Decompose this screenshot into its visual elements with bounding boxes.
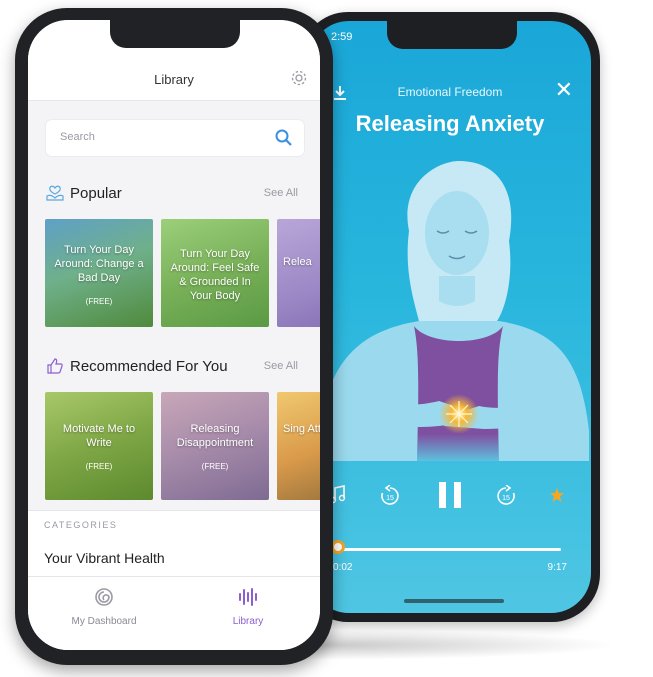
phone-notch: [387, 21, 517, 49]
categories-label: CATEGORIES: [44, 520, 118, 530]
meditation-illustration: [319, 161, 589, 461]
tab-dashboard[interactable]: My Dashboard: [44, 587, 164, 627]
player-title: Releasing Anxiety: [355, 111, 545, 136]
recommended-see-all-link[interactable]: See All: [264, 360, 298, 372]
bottom-tab-bar: My Dashboard Library: [28, 576, 320, 650]
popular-card[interactable]: Relea: [277, 219, 320, 327]
page-title: Library: [154, 72, 194, 87]
close-icon[interactable]: ✕: [555, 79, 573, 101]
thumbs-up-icon: [47, 358, 63, 374]
search-input[interactable]: Search: [46, 120, 304, 156]
category-item[interactable]: Your Vibrant Health: [28, 538, 320, 578]
total-duration: 9:17: [547, 562, 567, 573]
tab-library-label: Library: [232, 616, 264, 627]
card-title: Relea: [283, 256, 312, 268]
recommended-section-header: Recommended For You See All: [46, 357, 306, 377]
status-time: 2:59: [331, 31, 353, 43]
popular-card[interactable]: Turn Your Day Around: Change a Bad Day (…: [45, 219, 153, 327]
popular-see-all-link[interactable]: See All: [264, 187, 298, 199]
tab-library[interactable]: Library: [188, 587, 308, 627]
popular-card[interactable]: Turn Your Day Around: Feel Safe & Ground…: [161, 219, 269, 327]
tab-dashboard-label: My Dashboard: [71, 616, 137, 627]
recommended-title: Recommended For You: [70, 358, 228, 375]
pause-icon[interactable]: [435, 479, 465, 511]
phone-notch: [110, 20, 240, 48]
forward-15-icon[interactable]: 15: [495, 485, 517, 507]
player-phone: 2:59 Emotional Freedom ✕ Releasing Anxie…: [300, 12, 600, 622]
progress-handle[interactable]: [331, 540, 345, 554]
player-screen: 2:59 Emotional Freedom ✕ Releasing Anxie…: [309, 21, 591, 613]
swirl-icon: [95, 588, 113, 606]
home-indicator: [404, 599, 504, 603]
card-badge: (FREE): [201, 462, 229, 471]
elapsed-time: 0:02: [333, 562, 353, 573]
library-screen: Library Search Popular See All Turn Your…: [28, 20, 320, 650]
rewind-15-icon[interactable]: 15: [379, 485, 401, 507]
card-title: Motivate Me to Write: [62, 423, 136, 449]
card-title: Turn Your Day Around: Feel Safe & Ground…: [170, 248, 260, 302]
popular-section-header: Popular See All: [46, 184, 306, 204]
search-placeholder: Search: [60, 131, 95, 143]
library-phone: Library Search Popular See All Turn Your…: [15, 8, 333, 665]
card-title: Releasing Disappointment: [176, 423, 254, 449]
svg-text:15: 15: [502, 495, 510, 502]
card-badge: (FREE): [85, 297, 113, 306]
popular-title: Popular: [70, 185, 122, 202]
gear-icon[interactable]: [290, 69, 308, 87]
category-label: Your Vibrant Health: [44, 550, 165, 566]
categories-header: CATEGORIES: [28, 510, 320, 539]
svg-text:15: 15: [386, 495, 394, 502]
popular-card-row: Turn Your Day Around: Change a Bad Day (…: [45, 219, 320, 327]
card-title: Turn Your Day Around: Change a Bad Day: [54, 244, 144, 284]
search-icon[interactable]: [274, 128, 294, 148]
recommended-card[interactable]: Motivate Me to Write (FREE): [45, 392, 153, 500]
recommended-card[interactable]: Releasing Disappointment (FREE): [161, 392, 269, 500]
recommended-card-row: Motivate Me to Write (FREE) Releasing Di…: [45, 392, 320, 500]
recommended-card[interactable]: Sing Attra: [277, 392, 320, 500]
star-icon[interactable]: [549, 487, 565, 503]
card-badge: (FREE): [85, 462, 113, 471]
player-subtitle: Emotional Freedom: [397, 85, 503, 99]
progress-bar[interactable]: [339, 548, 561, 551]
card-title: Sing Attra: [283, 423, 320, 435]
hands-heart-icon: [46, 185, 64, 201]
waveform-icon: [239, 588, 257, 606]
player-controls: 15 15: [309, 482, 591, 521]
